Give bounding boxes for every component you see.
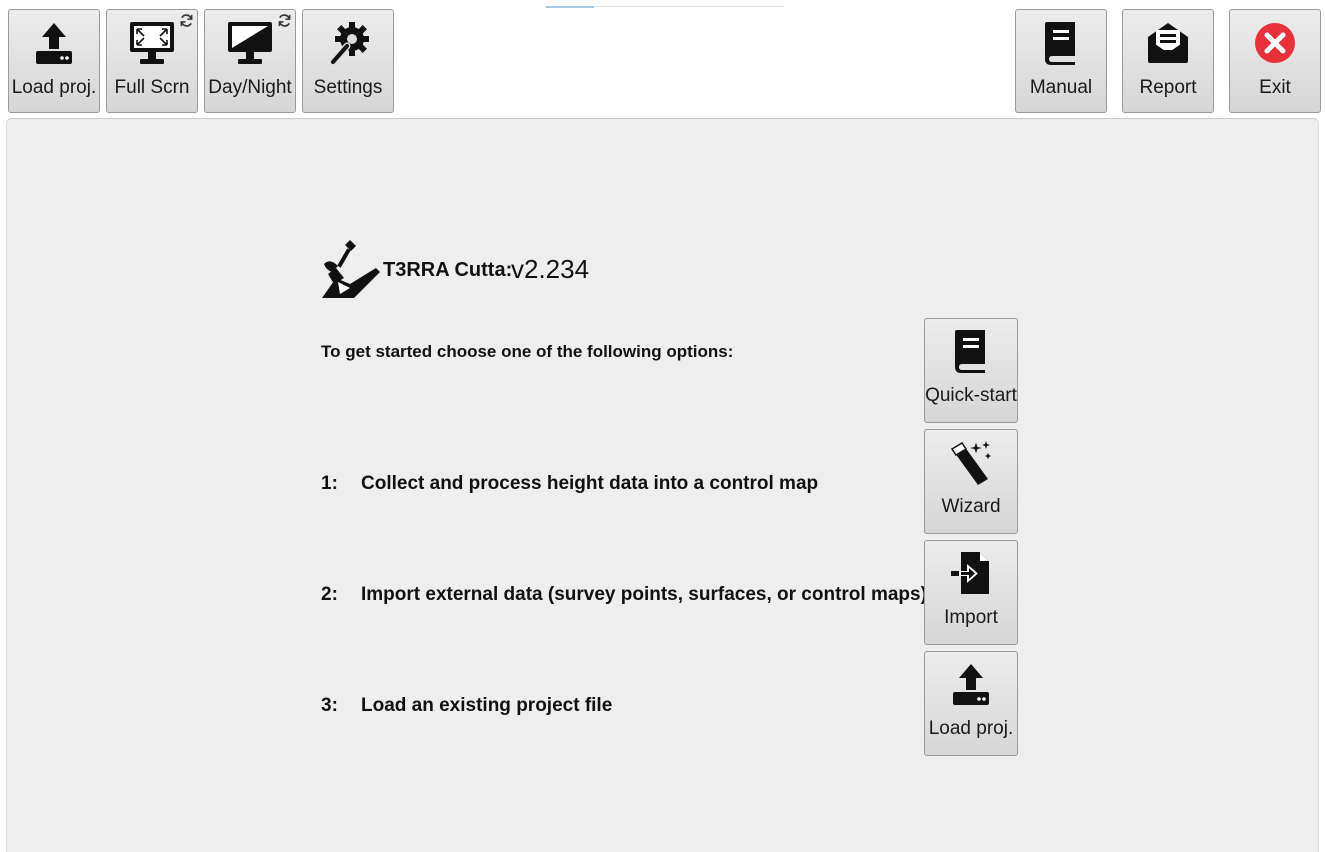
book-icon bbox=[925, 325, 1017, 377]
option-text: Collect and process height data into a c… bbox=[361, 473, 819, 494]
fullscreen-monitor-icon bbox=[107, 20, 197, 66]
settings-label: Settings bbox=[313, 77, 383, 98]
load-project-button[interactable]: Load proj. bbox=[924, 651, 1018, 756]
wizard-label: Wizard bbox=[941, 496, 1001, 517]
excavator-logo-icon bbox=[322, 240, 380, 298]
option-number: 1: bbox=[321, 473, 338, 494]
wizard-button[interactable]: Wizard bbox=[924, 429, 1018, 534]
file-import-icon bbox=[925, 547, 1017, 599]
upload-icon bbox=[925, 658, 1017, 710]
full-screen-button[interactable]: Full Scrn bbox=[106, 9, 198, 113]
load-project-label: Load proj. bbox=[11, 77, 97, 98]
option-text: Load an existing project file bbox=[361, 695, 613, 716]
window-accent-line bbox=[594, 6, 784, 7]
close-circle-icon bbox=[1230, 20, 1320, 66]
gear-wrench-icon bbox=[303, 20, 393, 66]
report-button[interactable]: Report bbox=[1122, 9, 1214, 113]
option-number: 2: bbox=[321, 584, 338, 605]
day-night-label: Day/Night bbox=[208, 77, 292, 98]
window-accent bbox=[546, 6, 594, 8]
book-icon bbox=[1016, 20, 1106, 66]
option-number: 3: bbox=[321, 695, 338, 716]
manual-label: Manual bbox=[1029, 77, 1093, 98]
exit-label: Exit bbox=[1259, 77, 1291, 98]
manual-button[interactable]: Manual bbox=[1015, 9, 1107, 113]
envelope-report-icon bbox=[1123, 20, 1213, 66]
import-label: Import bbox=[944, 607, 998, 628]
magic-wand-icon bbox=[925, 436, 1017, 488]
quickstart-button[interactable]: Quick-start bbox=[924, 318, 1018, 423]
report-label: Report bbox=[1139, 77, 1197, 98]
option-text: Import external data (survey points, sur… bbox=[361, 584, 927, 605]
app-version: v2.234 bbox=[511, 254, 590, 284]
load-project-label: Load proj. bbox=[928, 718, 1014, 739]
day-night-button[interactable]: Day/Night bbox=[204, 9, 296, 113]
full-screen-label: Full Scrn bbox=[114, 77, 190, 98]
import-button[interactable]: Import bbox=[924, 540, 1018, 645]
intro-text: To get started choose one of the followi… bbox=[321, 342, 734, 361]
settings-button[interactable]: Settings bbox=[302, 9, 394, 113]
quickstart-label: Quick-start bbox=[925, 385, 1017, 406]
day-night-monitor-icon bbox=[205, 20, 295, 66]
exit-button[interactable]: Exit bbox=[1229, 9, 1321, 113]
load-project-button[interactable]: Load proj. bbox=[8, 9, 100, 113]
upload-icon bbox=[9, 20, 99, 66]
app-name: T3RRA Cutta: bbox=[383, 259, 513, 281]
